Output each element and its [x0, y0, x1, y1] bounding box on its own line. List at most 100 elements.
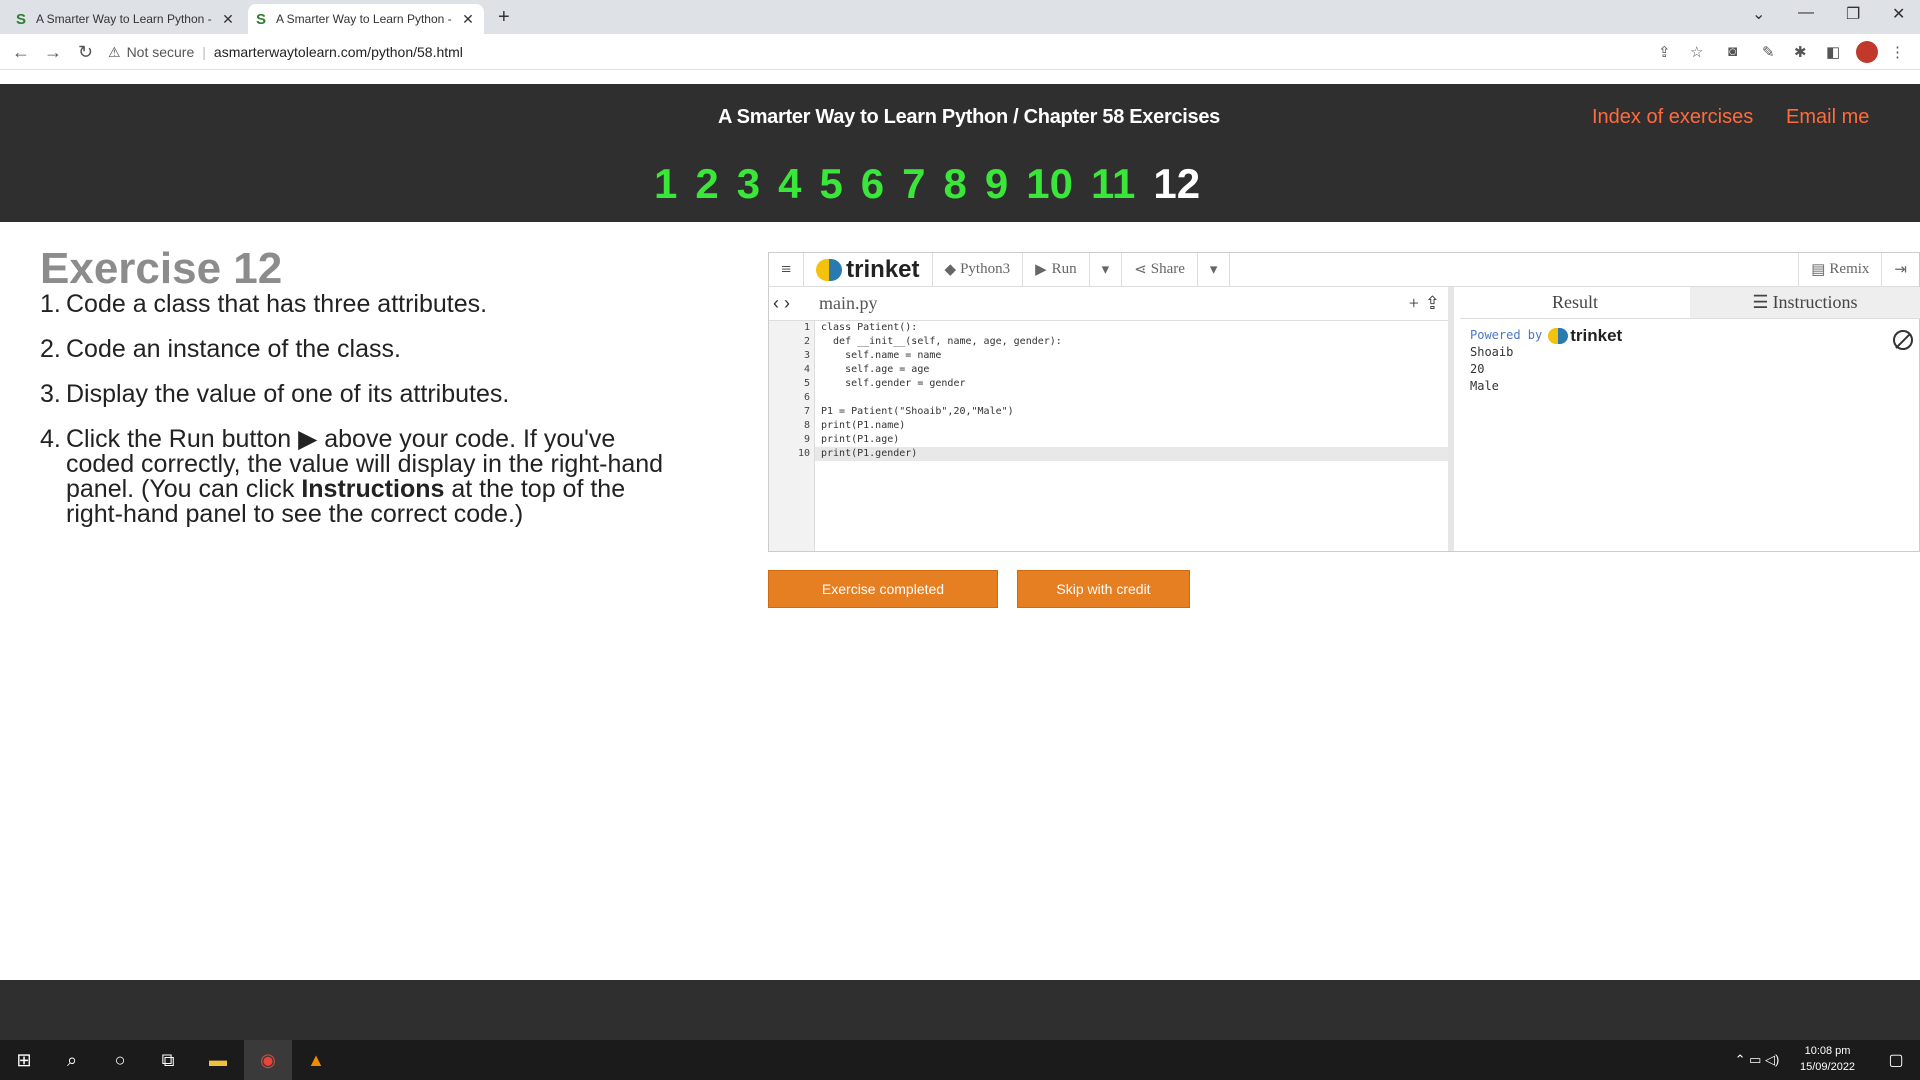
share-label: Share — [1150, 261, 1185, 277]
exercise-link-8[interactable]: 8 — [944, 160, 967, 208]
extension-icon[interactable]: ✎ — [1762, 43, 1775, 61]
exercise-link-3[interactable]: 3 — [737, 160, 760, 208]
reload-icon[interactable]: ↻ — [78, 42, 93, 63]
windows-start-icon[interactable]: ⊞ — [0, 1040, 48, 1080]
share-page-icon[interactable]: ⇪ — [1658, 43, 1671, 61]
powered-by-trinket[interactable]: Powered by trinket — [1470, 327, 1910, 344]
exercise-number-nav: 1 2 3 4 5 6 7 8 9 10 11 12 — [654, 160, 1200, 208]
forward-icon[interactable]: → — [44, 42, 62, 63]
site-footer — [0, 980, 1920, 1040]
share-button[interactable]: ⋖ Share — [1122, 252, 1198, 287]
exercise-link-7[interactable]: 7 — [902, 160, 925, 208]
system-tray-icons[interactable]: ⌃ ▭ ◁) — [1712, 1040, 1802, 1080]
exercise-completed-button[interactable]: Exercise completed — [768, 570, 998, 608]
upload-icon[interactable]: ⇪ — [1425, 293, 1448, 314]
step-item: 4. Click the Run button ▶ above your cod… — [40, 427, 680, 527]
site-favicon-icon: S — [16, 10, 27, 28]
step-item: 2. Code an instance of the class. — [40, 337, 680, 362]
caret-down-icon: ▾ — [1101, 262, 1110, 278]
windows-taskbar: ⊞ ⌕ ○ ⧉ ▬ ◉ ▲ ⌃ ▭ ◁) 10:08 pm 15/09/2022… — [0, 1040, 1920, 1080]
code-line: print(P1.gender) — [821, 448, 918, 459]
minimize-icon[interactable]: — — [1798, 4, 1814, 22]
chrome-icon[interactable]: ◉ — [244, 1040, 292, 1080]
step-text: Display the value of one of its attribut… — [66, 380, 510, 408]
tab-title: A Smarter Way to Learn Python - — [36, 12, 212, 26]
exercise-link-2[interactable]: 2 — [695, 160, 718, 208]
trinket-embed: ≡ trinket ◆ Python3 ▶ Run ▾ ⋖ Share ▾ ▤ … — [768, 252, 1920, 552]
exercise-link-4[interactable]: 4 — [778, 160, 801, 208]
run-button[interactable]: ▶ Run — [1023, 252, 1090, 287]
result-pane: Result ☰ Instructions Powered by trinket… — [1460, 287, 1920, 551]
line-number: 5 — [803, 378, 810, 389]
add-file-icon[interactable]: + — [1409, 293, 1425, 314]
share-options-dropdown[interactable]: ▾ — [1198, 252, 1231, 287]
cortana-icon[interactable]: ○ — [96, 1040, 144, 1080]
output-console: Powered by trinket Shoaib 20 Male — [1460, 319, 1920, 403]
taskbar-clock[interactable]: 10:08 pm 15/09/2022 — [1800, 1043, 1855, 1075]
sign-in-icon[interactable]: ⇥ — [1882, 253, 1919, 287]
trinket-logo-text: trinket — [1570, 326, 1623, 345]
address-bar-row: ← → ↻ ⚠ Not secure | asmarterwaytolearn.… — [0, 34, 1920, 70]
exercise-link-9[interactable]: 9 — [985, 160, 1008, 208]
tab-instructions[interactable]: ☰ Instructions — [1690, 287, 1920, 318]
share-icon: ⋖ — [1134, 262, 1147, 278]
bookmark-star-icon[interactable]: ☆ — [1690, 43, 1703, 61]
menu-dots-icon[interactable]: ⋮ — [1890, 43, 1905, 61]
exercise-link-5[interactable]: 5 — [819, 160, 842, 208]
url-field[interactable]: ⚠ Not secure | asmarterwaytolearn.com/py… — [108, 38, 1708, 66]
file-tab-bar: ‹ › main.py + ⇪ — [769, 287, 1448, 321]
extension-icon[interactable]: ◙ — [1728, 43, 1737, 60]
close-tab-icon[interactable]: ✕ — [220, 11, 236, 28]
task-view-icon[interactable]: ⧉ — [144, 1040, 192, 1080]
remix-button[interactable]: ▤ Remix — [1798, 252, 1883, 287]
trinket-toolbar: ≡ trinket ◆ Python3 ▶ Run ▾ ⋖ Share ▾ ▤ … — [769, 252, 1919, 287]
step-number: 2. — [40, 335, 61, 363]
browser-tab-active[interactable]: S A Smarter Way to Learn Python - ✕ — [248, 4, 484, 34]
new-tab-button[interactable]: + — [498, 6, 510, 29]
back-icon[interactable]: ← — [12, 42, 30, 63]
code-line: print(P1.age) — [821, 434, 900, 445]
step-text: Click the Run button ▶ above your code. … — [66, 427, 680, 527]
run-options-dropdown[interactable]: ▾ — [1090, 252, 1123, 287]
current-exercise-number: 12 — [1153, 160, 1201, 207]
browser-tab[interactable]: S A Smarter Way to Learn Python - ✕ — [8, 4, 244, 34]
restore-icon[interactable]: ❐ — [1846, 4, 1860, 24]
url-text: asmarterwaytolearn.com/python/58.html — [213, 44, 463, 60]
puzzle-icon[interactable]: ✱ — [1794, 43, 1807, 61]
exercise-link-10[interactable]: 10 — [1026, 160, 1073, 208]
result-tabs: Result ☰ Instructions — [1460, 287, 1920, 319]
stop-icon[interactable] — [1893, 330, 1913, 350]
close-tab-icon[interactable]: ✕ — [460, 11, 476, 28]
side-panel-icon[interactable]: ◧ — [1826, 43, 1840, 61]
index-of-exercises-link[interactable]: Index of exercises — [1592, 106, 1753, 129]
file-explorer-icon[interactable]: ▬ — [194, 1040, 242, 1080]
step-text: Code a class that has three attributes. — [66, 290, 488, 318]
output-line: Male — [1470, 379, 1499, 393]
email-me-link[interactable]: Email me — [1786, 106, 1869, 129]
tab-result[interactable]: Result — [1460, 287, 1690, 318]
vlc-icon[interactable]: ▲ — [292, 1040, 340, 1080]
exercise-link-11[interactable]: 11 — [1091, 160, 1135, 208]
trinket-mini-logo: trinket — [1548, 327, 1622, 344]
trinket-logo[interactable]: trinket — [804, 252, 933, 287]
trinket-logo-icon — [816, 258, 843, 281]
skip-with-credit-button[interactable]: Skip with credit — [1017, 570, 1190, 608]
step-number: 4. — [40, 425, 61, 453]
exercise-link-6[interactable]: 6 — [861, 160, 884, 208]
search-icon[interactable]: ⌕ — [48, 1040, 96, 1080]
step-number: 3. — [40, 380, 61, 408]
profile-avatar[interactable] — [1856, 41, 1878, 63]
code-toggle-icon[interactable]: ‹ › — [769, 293, 811, 314]
file-tab-main-py[interactable]: main.py — [811, 293, 886, 314]
language-indicator: ◆ Python3 — [933, 252, 1024, 287]
exercise-link-1[interactable]: 1 — [654, 160, 677, 208]
close-window-icon[interactable]: ✕ — [1892, 4, 1905, 24]
output-line: 20 — [1470, 362, 1485, 376]
code-line: print(P1.name) — [821, 420, 906, 431]
tab-search-icon[interactable]: ⌄ — [1752, 4, 1765, 24]
list-icon: ☰ — [1752, 292, 1769, 312]
notifications-icon[interactable]: ▢ — [1872, 1040, 1920, 1080]
code-area[interactable]: class Patient(): def __init__(self, name… — [821, 321, 1062, 461]
hamburger-menu-icon[interactable]: ≡ — [769, 252, 805, 287]
line-number-gutter: 1 2 3 4 5 6 7 8 9 10 — [769, 321, 815, 551]
